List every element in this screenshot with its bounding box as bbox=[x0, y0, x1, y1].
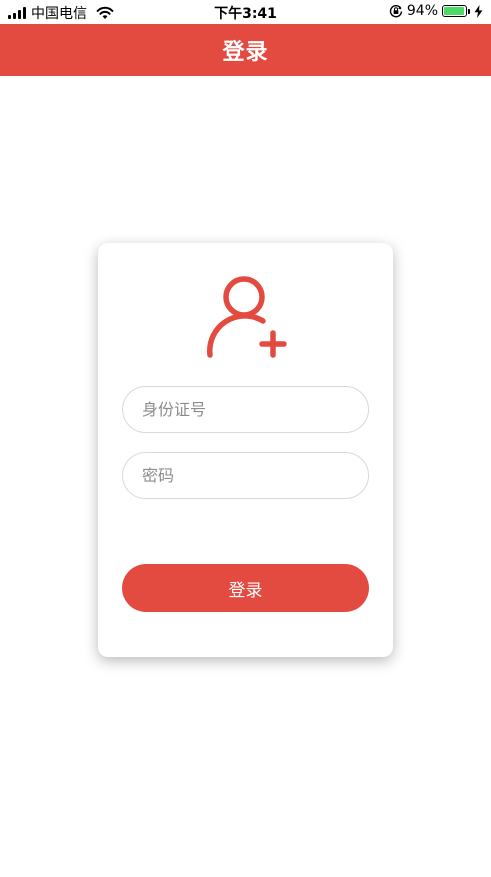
battery-percent: 94% bbox=[406, 3, 438, 19]
id-number-input[interactable] bbox=[123, 387, 368, 432]
charging-bolt-icon bbox=[474, 4, 483, 18]
password-field[interactable] bbox=[122, 452, 369, 499]
battery-icon bbox=[442, 5, 470, 17]
login-card: 登录 bbox=[98, 243, 393, 657]
nav-bar: 登录 bbox=[0, 24, 491, 76]
add-user-icon bbox=[207, 276, 287, 358]
page-title: 登录 bbox=[222, 40, 269, 65]
login-button[interactable]: 登录 bbox=[122, 564, 369, 612]
status-right: 94% bbox=[389, 3, 483, 19]
battery-fill bbox=[444, 7, 464, 15]
id-number-field[interactable] bbox=[122, 386, 369, 433]
password-input[interactable] bbox=[123, 453, 368, 498]
status-bar: 中国电信 下午3:41 94% bbox=[0, 0, 491, 24]
rotation-lock-icon bbox=[389, 5, 403, 18]
